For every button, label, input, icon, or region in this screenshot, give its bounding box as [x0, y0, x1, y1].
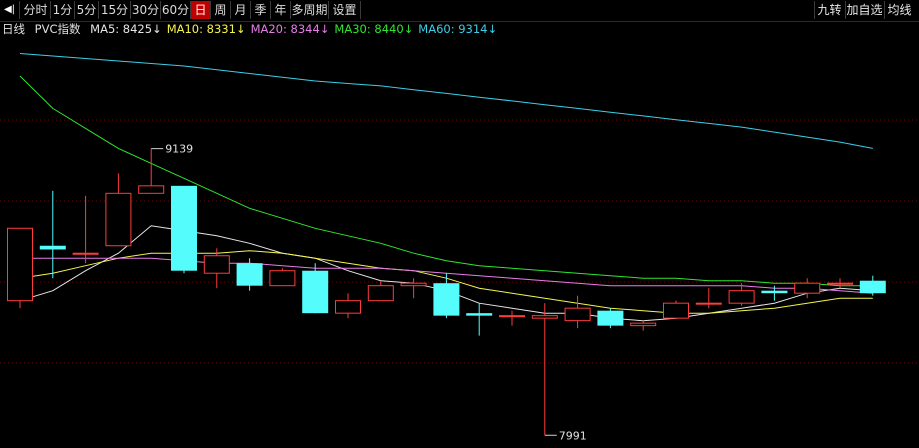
candle-body-19 [630, 322, 657, 327]
candle-body-26 [859, 280, 886, 294]
toolbar-right-button-1[interactable]: 加自选 [845, 1, 883, 19]
candle-body-18 [597, 310, 624, 326]
period-tab-4[interactable]: 30分 [131, 1, 161, 19]
candle-body-25 [827, 282, 853, 285]
period-tab-5[interactable]: 60分 [161, 1, 191, 19]
candle-body-5 [171, 185, 197, 271]
toolbar-right-button-0[interactable]: 九转 [814, 1, 844, 19]
period-tab-7[interactable]: 周 [211, 1, 231, 19]
period-tab-0[interactable]: 分时 [21, 1, 51, 19]
candle-body-3 [105, 192, 132, 247]
candle-body-9 [302, 270, 329, 314]
candle-body-1 [39, 245, 66, 250]
period-tab-6[interactable]: 日 [191, 1, 211, 19]
legend-period: 日线 [2, 22, 25, 36]
period-toolbar: ◀| 分时 1分 5分 15分 30分 60分日周月季年多周期 设置 九转 加自选 均线 [0, 0, 919, 22]
candle-body-2 [72, 252, 99, 255]
legend-ma-2: MA20: 8344↓ [250, 22, 330, 36]
period-tab-9[interactable]: 季 [251, 1, 271, 19]
candle-body-15 [499, 315, 525, 318]
candle-body-4 [138, 185, 165, 194]
candle-body-17 [564, 307, 591, 322]
period-tab-10[interactable]: 年 [271, 1, 291, 19]
candle-body-8 [269, 270, 296, 287]
toolbar-arrow-icon[interactable]: ◀| [0, 1, 20, 19]
candle-body-16 [531, 315, 558, 319]
period-tab-11[interactable]: 多周期 [291, 1, 329, 19]
period-tab-12[interactable]: 设置 [329, 1, 361, 19]
candle-body-14 [466, 313, 493, 316]
candle-body-11 [367, 285, 394, 302]
period-tab-1[interactable]: 1分 [51, 1, 75, 19]
period-tab-2[interactable]: 5分 [75, 1, 99, 19]
candle-body-12 [400, 282, 427, 287]
candle-body-7 [236, 263, 263, 286]
annotation-label-1: 7991 [559, 429, 587, 442]
candle-body-22 [728, 290, 755, 304]
candle-body-23 [761, 290, 788, 294]
legend-ma-1: MA10: 8331↓ [166, 22, 246, 36]
legend-ma-0: MA5: 8425↓ [90, 22, 162, 36]
legend-ma-3: MA30: 8440↓ [334, 22, 414, 36]
ma-legend: 日线 PVC指数 MA5: 8425↓ MA10: 8331↓ MA20: 8344… [0, 21, 502, 38]
annotation-label-0: 9139 [165, 143, 193, 156]
candle-body-6 [203, 255, 230, 274]
candle-body-24 [794, 282, 821, 294]
toolbar-right-button-2[interactable]: 均线 [884, 1, 914, 19]
ma-line-ma60 [19, 53, 873, 149]
kline-chart[interactable]: 9139 7991 [0, 38, 919, 448]
legend-ma-4: MA60: 9314↓ [418, 22, 498, 36]
candle-body-21 [695, 302, 722, 305]
ma-line-ma30 [19, 75, 873, 287]
candle-body-10 [335, 300, 361, 314]
legend-instrument: PVC指数 [34, 22, 81, 36]
candle-body-13 [433, 283, 460, 316]
period-tab-3[interactable]: 15分 [99, 1, 131, 19]
candle-body-20 [663, 302, 689, 319]
candle-body-0 [7, 227, 33, 302]
period-tab-8[interactable]: 月 [231, 1, 251, 19]
